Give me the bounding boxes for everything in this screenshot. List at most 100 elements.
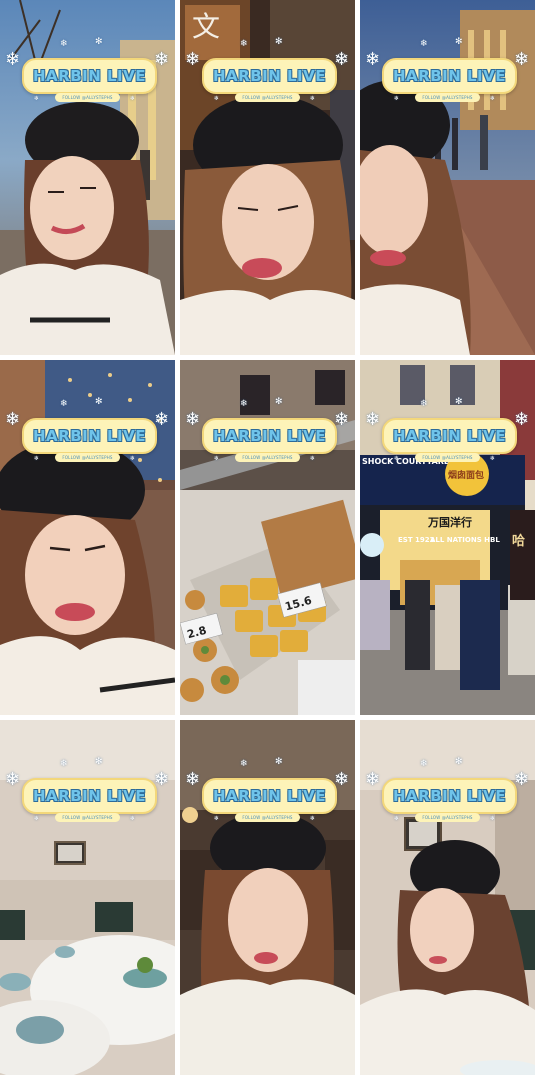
snowflake-icon: ❄: [214, 815, 220, 822]
banner-title: HARBIN LIVE: [33, 427, 146, 445]
banner-title: HARBIN LIVE: [393, 67, 506, 85]
snowflake-icon: ✻: [275, 37, 283, 47]
snowflake-icon: ❄: [185, 409, 201, 430]
panel-restaurant-portrait[interactable]: ❄ ❄ ❄ ✻ ❄ ❄ HARBIN LIVE FOLLOW @ALLYSTEP…: [180, 720, 355, 1075]
follow-handle: FOLLOW @ALLYSTEPHS: [55, 453, 120, 462]
snowflake-icon: ❄: [5, 409, 21, 430]
panel-food-counter[interactable]: 2.8 15.6 ❄ ❄ ❄ ✻ ❄ ❄ HARBIN LIVE FOLLOW …: [180, 360, 355, 715]
harbin-live-sticker: ❄ ❄ ❄ ✻ ❄ ❄ HARBIN LIVE FOLLOW @ALLYSTEP…: [360, 758, 535, 848]
snowflake-icon: ❄: [214, 95, 220, 102]
snowflake-icon: ❄: [365, 49, 381, 70]
panel-street-night-1[interactable]: ❄ ❄ ❄ ✻ ❄ ❄ HARBIN LIVE FOLLOW @ALLYSTEP…: [0, 0, 175, 355]
panel-restaurant-corner[interactable]: ❄ ❄ ❄ ✻ ❄ ❄ HARBIN LIVE FOLLOW @ALLYSTEP…: [360, 720, 535, 1075]
snowflake-icon: ❄: [185, 769, 201, 790]
photo-collage: ❄ ❄ ❄ ✻ ❄ ❄ HARBIN LIVE FOLLOW @ALLYSTEP…: [0, 0, 535, 1075]
snowflake-icon: ❄: [514, 769, 530, 790]
banner-title: HARBIN LIVE: [33, 787, 146, 805]
banner-title: HARBIN LIVE: [33, 67, 146, 85]
harbin-live-banner: HARBIN LIVE: [22, 418, 157, 454]
svg-text:文: 文: [192, 10, 220, 43]
snowflake-icon: ❄: [60, 39, 68, 49]
banner-title: HARBIN LIVE: [213, 67, 326, 85]
snowflake-icon: ❄: [365, 769, 381, 790]
snowflake-icon: ❄: [310, 455, 316, 462]
snowflake-icon: ❄: [60, 759, 68, 769]
banner-title: HARBIN LIVE: [213, 787, 326, 805]
harbin-live-sticker: ❄ ❄ ❄ ✻ ❄ ❄ HARBIN LIVE FOLLOW @ALLYSTEP…: [180, 38, 355, 128]
snowflake-icon: ❄: [240, 399, 248, 409]
harbin-live-banner: HARBIN LIVE: [382, 418, 517, 454]
snowflake-icon: ❄: [394, 95, 400, 102]
snowflake-icon: ✻: [455, 757, 463, 767]
panel-tree-lights[interactable]: ❄ ❄ ❄ ✻ ❄ ❄ HARBIN LIVE FOLLOW @ALLYSTEP…: [0, 360, 175, 715]
harbin-live-sticker: ❄ ❄ ❄ ✻ ❄ ❄ HARBIN LIVE FOLLOW @ALLYSTEP…: [0, 38, 175, 128]
snowflake-icon: ❄: [490, 815, 496, 822]
snowflake-icon: ❄: [334, 769, 350, 790]
snowflake-icon: ❄: [514, 409, 530, 430]
snowflake-icon: ❄: [394, 455, 400, 462]
banner-title: HARBIN LIVE: [213, 427, 326, 445]
harbin-live-banner: HARBIN LIVE: [22, 58, 157, 94]
snowflake-icon: ❄: [394, 815, 400, 822]
harbin-live-banner: HARBIN LIVE: [202, 58, 337, 94]
harbin-live-banner: HARBIN LIVE: [202, 418, 337, 454]
harbin-live-banner: HARBIN LIVE: [22, 778, 157, 814]
snowflake-icon: ❄: [490, 455, 496, 462]
snowflake-icon: ❄: [130, 815, 136, 822]
harbin-live-sticker: ❄ ❄ ❄ ✻ ❄ ❄ HARBIN LIVE FOLLOW @ALLYSTEP…: [360, 398, 535, 488]
snowflake-icon: ❄: [240, 759, 248, 769]
snowflake-icon: ❄: [5, 49, 21, 70]
snowflake-icon: ❄: [154, 769, 170, 790]
follow-handle: FOLLOW @ALLYSTEPHS: [55, 93, 120, 102]
snowflake-icon: ❄: [310, 815, 316, 822]
snowflake-icon: ✻: [95, 397, 103, 407]
follow-handle: FOLLOW @ALLYSTEPHS: [55, 813, 120, 822]
snowflake-icon: ❄: [34, 455, 40, 462]
snowflake-icon: ❄: [420, 759, 428, 769]
panel-storefront[interactable]: SHOCK COURTYARD 烟囱面包 万国洋行 EST 1922 ALL N…: [360, 360, 535, 715]
harbin-live-banner: HARBIN LIVE: [382, 778, 517, 814]
snowflake-icon: ❄: [334, 409, 350, 430]
harbin-live-banner: HARBIN LIVE: [202, 778, 337, 814]
store-name-cn: 万国洋行: [427, 515, 472, 529]
follow-handle: FOLLOW @ALLYSTEPHS: [235, 813, 300, 822]
follow-handle: FOLLOW @ALLYSTEPHS: [235, 453, 300, 462]
snowflake-icon: ❄: [334, 49, 350, 70]
snowflake-icon: ❄: [420, 399, 428, 409]
follow-handle: FOLLOW @ALLYSTEPHS: [415, 93, 480, 102]
snowflake-icon: ❄: [365, 409, 381, 430]
panel-street-night-2[interactable]: 文 ❄ ❄ ❄ ✻ ❄ ❄ HARBIN LIVE FOLLOW @ALLYST…: [180, 0, 355, 355]
snowflake-icon: ❄: [420, 39, 428, 49]
banner-title: HARBIN LIVE: [393, 427, 506, 445]
snowflake-icon: ❄: [60, 399, 68, 409]
snowflake-icon: ❄: [185, 49, 201, 70]
snowflake-icon: ✻: [275, 757, 283, 767]
panel-restaurant-table[interactable]: ❄ ❄ ❄ ✻ ❄ ❄ HARBIN LIVE FOLLOW @ALLYSTEP…: [0, 720, 175, 1075]
snowflake-icon: ❄: [490, 95, 496, 102]
follow-handle: FOLLOW @ALLYSTEPHS: [415, 453, 480, 462]
harbin-live-sticker: ❄ ❄ ❄ ✻ ❄ ❄ HARBIN LIVE FOLLOW @ALLYSTEP…: [0, 398, 175, 488]
store-name-en: ALL NATIONS HBL: [430, 536, 500, 544]
harbin-live-sticker: ❄ ❄ ❄ ✻ ❄ ❄ HARBIN LIVE FOLLOW @ALLYSTEP…: [180, 398, 355, 488]
snowflake-icon: ❄: [5, 769, 21, 790]
snowflake-icon: ✻: [95, 37, 103, 47]
snowflake-icon: ✻: [95, 757, 103, 767]
shop-vertical-sign: 哈: [512, 533, 525, 549]
panel-street-night-3[interactable]: ❄ ❄ ❄ ✻ ❄ ❄ HARBIN LIVE FOLLOW @ALLYSTEP…: [360, 0, 535, 355]
snowflake-icon: ❄: [240, 39, 248, 49]
snowflake-icon: ❄: [34, 95, 40, 102]
follow-handle: FOLLOW @ALLYSTEPHS: [235, 93, 300, 102]
snowflake-icon: ❄: [214, 455, 220, 462]
harbin-live-banner: HARBIN LIVE: [382, 58, 517, 94]
snowflake-icon: ✻: [455, 397, 463, 407]
snowflake-icon: ❄: [154, 409, 170, 430]
snowflake-icon: ❄: [34, 815, 40, 822]
snowflake-icon: ❄: [514, 49, 530, 70]
harbin-live-sticker: ❄ ❄ ❄ ✻ ❄ ❄ HARBIN LIVE FOLLOW @ALLYSTEP…: [0, 758, 175, 848]
snowflake-icon: ✻: [455, 37, 463, 47]
banner-title: HARBIN LIVE: [393, 787, 506, 805]
snowflake-icon: ✻: [275, 397, 283, 407]
snowflake-icon: ❄: [130, 455, 136, 462]
street-sign-glyph: 文: [192, 10, 220, 43]
follow-handle: FOLLOW @ALLYSTEPHS: [415, 813, 480, 822]
